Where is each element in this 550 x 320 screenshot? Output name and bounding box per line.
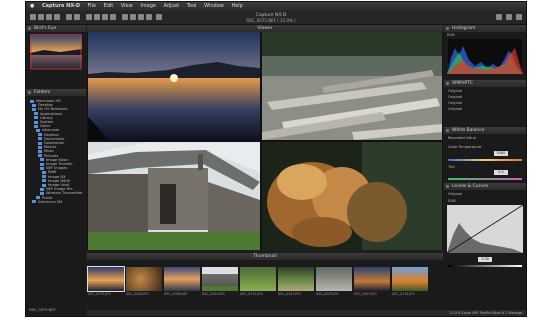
viewer-header: Viewer xyxy=(87,25,443,32)
viewer-title: Viewer xyxy=(257,26,273,31)
folder-icon[interactable] xyxy=(30,14,36,20)
settings-icon[interactable] xyxy=(496,14,502,20)
hand-icon[interactable] xyxy=(86,14,92,20)
birds-eye-header[interactable]: Bird's Eye xyxy=(26,25,86,32)
levels-curves-header[interactable]: Levels & Curves xyxy=(444,183,526,190)
tree-item[interactable]: Adevicum MX xyxy=(30,200,84,204)
folders-header[interactable]: Folders xyxy=(26,89,86,96)
left-panel: Bird's Eye Folders Macintosh HD Desktop … xyxy=(26,25,86,316)
color-temp-label: Color Temperature xyxy=(448,145,482,149)
menu-bar: ● Capture NX-D File Edit View Image Adju… xyxy=(26,2,526,11)
thumbnail[interactable]: DSC_0008.JPG xyxy=(126,267,162,297)
menu-adjust[interactable]: Adjust xyxy=(164,3,180,9)
thumbnail[interactable]: DSC_0008.NEF xyxy=(164,267,200,297)
redeye-icon[interactable] xyxy=(122,14,128,20)
zoom-icon[interactable] xyxy=(94,14,100,20)
compare-icon[interactable] xyxy=(66,14,72,20)
wb-mode-select[interactable]: Recorded Value xyxy=(448,136,476,140)
color-temp-field[interactable]: 5300 xyxy=(494,151,508,156)
levels-mode[interactable]: Original xyxy=(448,192,462,196)
histogram-graph xyxy=(447,38,523,74)
thumbnail[interactable]: DSC_0073.JPG xyxy=(87,266,125,297)
xmp-row[interactable]: Original xyxy=(448,89,462,93)
menu-image[interactable]: Image xyxy=(140,3,156,9)
eyedropper-icon[interactable] xyxy=(130,14,136,20)
status-right: 25.0% Zoom NEF Profile Nikon 6.7 Manage xyxy=(449,311,522,315)
grid-icon[interactable] xyxy=(38,14,44,20)
menu-help[interactable]: Help xyxy=(231,3,242,9)
menu-file[interactable]: File xyxy=(88,3,96,9)
apple-icon[interactable]: ● xyxy=(30,3,34,9)
levels-channel[interactable]: RGB xyxy=(448,199,456,203)
tint-slider[interactable] xyxy=(448,178,522,180)
thumbnail[interactable]: DSC_0024.JPG xyxy=(202,267,238,297)
workspace-icon[interactable] xyxy=(506,14,512,20)
menu-view[interactable]: View xyxy=(121,3,133,9)
straighten-icon[interactable] xyxy=(110,14,116,20)
viewer-image-sunset[interactable] xyxy=(88,32,260,140)
right-panel: Histogram RGB XMP/IPTC Original Original… xyxy=(444,25,526,316)
viewer-image-barn[interactable] xyxy=(88,142,260,250)
rotate-icon[interactable] xyxy=(54,14,60,20)
histogram-channel[interactable]: RGB xyxy=(447,33,455,37)
app-name-menu[interactable]: Capture NX-D xyxy=(42,3,80,9)
label-icon[interactable] xyxy=(146,14,152,20)
tint-field[interactable]: 0.0 xyxy=(494,170,508,175)
viewer-image-fern[interactable] xyxy=(262,142,442,250)
xmp-row[interactable]: Original xyxy=(448,101,462,105)
thumbnail[interactable]: DSC_0047.JPG xyxy=(278,267,314,297)
folder-tree: Macintosh HD Desktop My OS Networks Appl… xyxy=(30,99,84,204)
filmstrip-title: Thumbnail xyxy=(253,254,277,259)
birds-eye-preview[interactable] xyxy=(30,34,82,70)
output-slider[interactable] xyxy=(448,265,522,267)
xmp-row[interactable]: Original xyxy=(448,107,462,111)
thumbnail[interactable]: DSC_0134.JPG xyxy=(392,267,428,297)
viewer-image-driftwood[interactable] xyxy=(262,32,442,140)
list-icon[interactable] xyxy=(46,14,52,20)
menu-window[interactable]: Window xyxy=(204,3,224,9)
menu-edit[interactable]: Edit xyxy=(104,3,114,9)
crop-icon[interactable] xyxy=(102,14,108,20)
viewer-grid xyxy=(87,32,443,250)
thumbnail[interactable]: DSC_0131.JPG xyxy=(240,267,276,297)
thumbnail[interactable]: DSC_0043.JPG xyxy=(316,267,352,297)
toolbar: Capture NX-D DSC_0075.NEF ( 25.0% ) xyxy=(26,11,526,25)
xmp-header[interactable]: XMP/IPTC xyxy=(444,80,526,87)
histogram-header[interactable]: Histogram xyxy=(444,25,526,32)
thumbnail[interactable]: DSC_0007.JPG xyxy=(354,267,390,297)
filmstrip-header: Thumbnail xyxy=(87,253,443,260)
tint-label: Tint xyxy=(448,165,455,169)
curves-graph[interactable] xyxy=(447,205,523,253)
xmp-row[interactable]: Original xyxy=(448,95,462,99)
search-icon[interactable] xyxy=(516,14,522,20)
gamma-field[interactable]: 1.00 xyxy=(478,257,492,262)
fullscreen-icon[interactable] xyxy=(74,14,80,20)
white-balance-header[interactable]: White Balance xyxy=(444,127,526,134)
filter-icon[interactable] xyxy=(156,14,162,20)
menu-tool[interactable]: Tool xyxy=(187,3,197,9)
color-temp-slider[interactable] xyxy=(448,159,522,161)
status-bar: 25.0% Zoom NEF Profile Nikon 6.7 Manage xyxy=(87,310,526,316)
status-text: DSC_0075.NEF xyxy=(29,308,56,312)
file-title: DSC_0075.NEF ( 25.0% ) xyxy=(246,18,296,23)
app-window: ● Capture NX-D File Edit View Image Adju… xyxy=(26,2,526,316)
collapse-icon[interactable] xyxy=(28,27,31,30)
rating-icon[interactable] xyxy=(138,14,144,20)
